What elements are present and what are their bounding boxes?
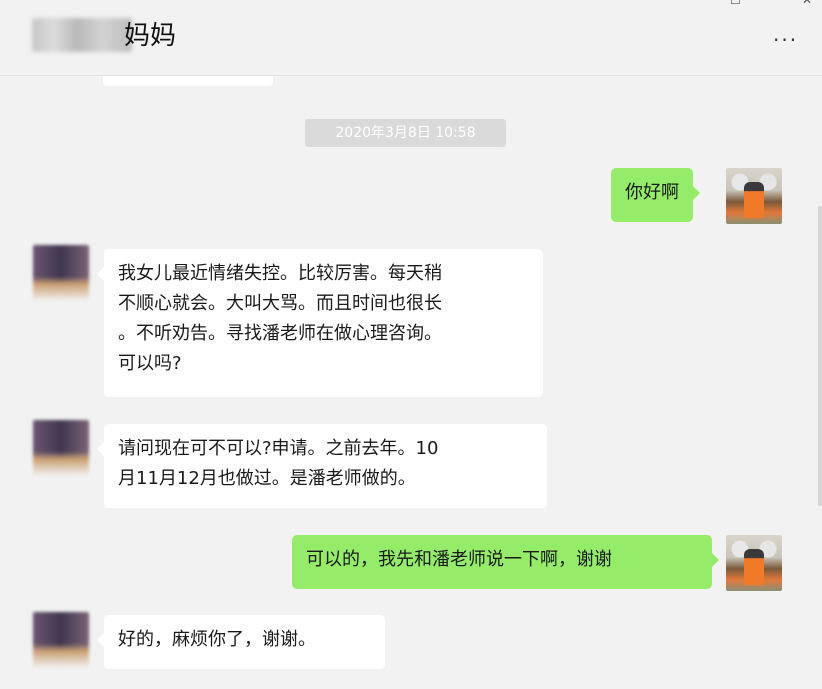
message-bubble-received[interactable]: 请问现在可不可以?申请。之前去年。10 月11月12月也做过。是潘老师做的。 [97, 424, 547, 508]
chat-title: 妈妈 [124, 21, 177, 51]
message-text: 你好啊 [625, 182, 679, 203]
message-bubble-sent[interactable]: 你好啊 [611, 168, 700, 222]
message-text: 月11月12月也做过。是潘老师做的。 [118, 468, 416, 489]
message-bubble-sent[interactable]: 可以的，我先和潘老师说一下啊，谢谢 [292, 535, 719, 589]
message-text: 可以的，我先和潘老师说一下啊，谢谢 [306, 549, 612, 570]
message-text: 我女儿最近情绪失控。比较厉害。每天稍 [118, 263, 442, 284]
message-text: 。不听劝告。寻找潘老师在做心理咨询。 [118, 323, 442, 344]
message-list[interactable]: 2020年3月8日 10:58 你好啊 我女儿最近情绪失控。比较厉害。每天稍 不… [0, 72, 822, 689]
more-options-icon[interactable]: ··· [773, 28, 798, 52]
window-controls: 一 ☐ ✕ [612, 0, 822, 8]
contact-avatar[interactable] [33, 245, 89, 301]
message-bubble-received[interactable]: 我女儿最近情绪失控。比较厉害。每天稍 不顺心就会。大叫大骂。而且时间也很长 。不… [97, 249, 543, 397]
message-timestamp: 2020年3月8日 10:58 [305, 119, 506, 147]
chat-header: 妈妈 一 ☐ ✕ ··· [0, 0, 822, 76]
contact-name-blurred [32, 18, 132, 52]
message-bubble-received[interactable]: 好的，麻烦你了，谢谢。 [97, 615, 385, 669]
message-text: 不顺心就会。大叫大骂。而且时间也很长 [118, 293, 442, 314]
scrollbar[interactable] [818, 206, 822, 506]
close-icon[interactable]: ✕ [802, 0, 812, 6]
message-text: 可以吗? [118, 353, 182, 374]
message-text: 请问现在可不可以?申请。之前去年。10 [118, 438, 439, 459]
my-avatar[interactable] [726, 168, 782, 224]
my-avatar[interactable] [726, 535, 782, 591]
minimize-icon[interactable]: 一 [614, 0, 626, 6]
maximize-icon[interactable]: ☐ [730, 0, 741, 6]
contact-avatar[interactable] [33, 612, 89, 668]
contact-avatar[interactable] [33, 420, 89, 476]
message-text: 好的，麻烦你了，谢谢。 [118, 629, 316, 650]
